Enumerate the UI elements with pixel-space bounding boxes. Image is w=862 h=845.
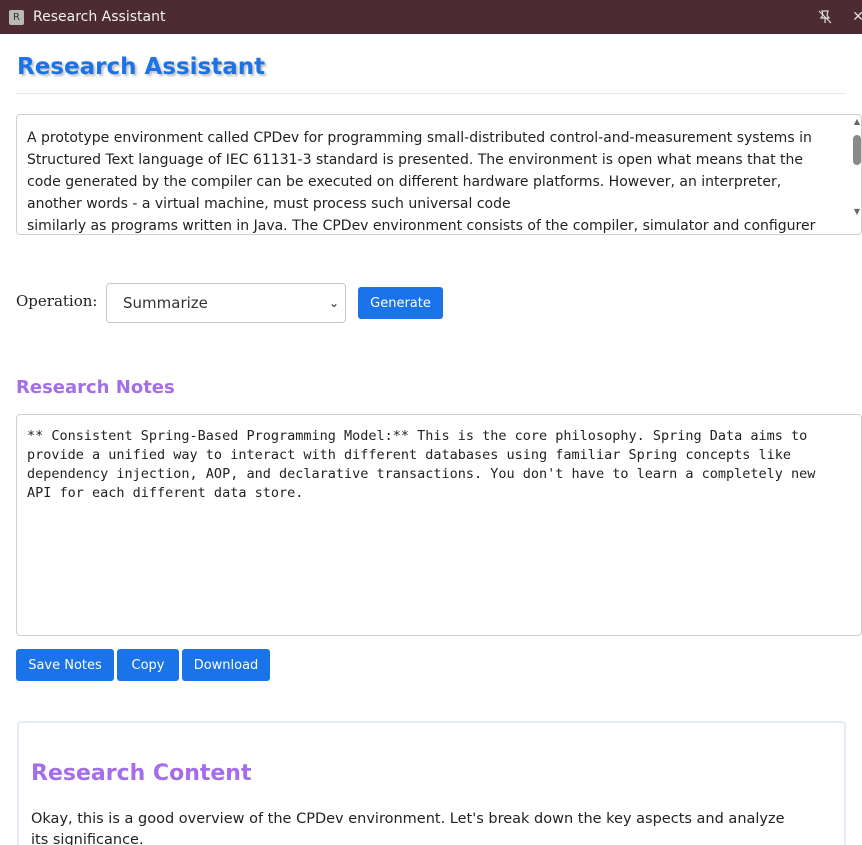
download-button[interactable]: Download [182,649,270,681]
input-scrollbar[interactable]: ▲ ▼ [851,115,861,234]
page-title: Research Assistant [17,54,266,80]
scrollbar-thumb[interactable] [853,135,861,165]
research-notes-textarea[interactable]: ** Consistent Spring-Based Programming M… [16,414,862,636]
unpin-icon[interactable] [818,10,832,24]
research-content-text: Okay, this is a good overview of the CPD… [31,811,785,845]
close-icon[interactable]: ✕ [852,9,862,25]
app-icon: R [9,9,24,25]
window-title: Research Assistant [33,9,166,25]
scroll-up-icon[interactable]: ▲ [854,117,860,126]
operation-select[interactable]: Summarize ⌄ [106,283,346,323]
operation-selected-value: Summarize [123,294,208,312]
heading-divider [16,93,846,94]
generate-button[interactable]: Generate [358,287,443,319]
scroll-down-icon[interactable]: ▼ [854,207,860,216]
research-input-text: A prototype environment called CPDev for… [27,130,816,234]
research-notes-text: ** Consistent Spring-Based Programming M… [27,428,824,501]
research-content-card: Research Content Okay, this is a good ov… [17,721,846,845]
research-content-heading: Research Content [31,761,252,786]
save-notes-button[interactable]: Save Notes [16,649,114,681]
chevron-down-icon: ⌄ [328,296,339,310]
titlebar-controls: ✕ [818,0,862,34]
operation-label: Operation: [16,292,98,310]
window-titlebar: R Research Assistant ✕ [0,0,862,34]
copy-button[interactable]: Copy [117,649,179,681]
research-input-textarea[interactable]: A prototype environment called CPDev for… [16,114,862,235]
research-notes-heading: Research Notes [16,377,175,398]
app-panel: Research Assistant A prototype environme… [0,36,862,845]
